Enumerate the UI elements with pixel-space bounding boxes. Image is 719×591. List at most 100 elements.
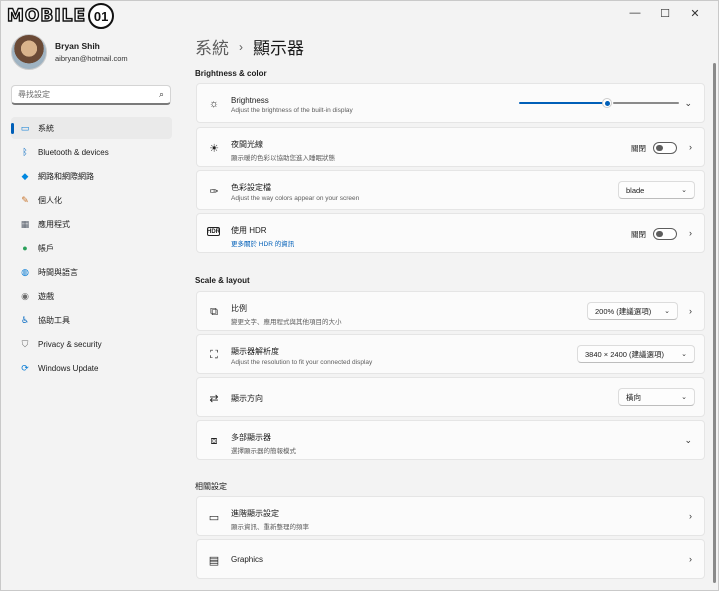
search-icon[interactable]: ⌕ [159,89,164,100]
orientation-title: 顯示方向 [231,394,263,403]
graphics-card-icon: ▤ [208,554,220,567]
sidebar-item-label: 應用程式 [38,219,70,229]
section-related-settings: 相關設定 [195,482,227,491]
sun-icon: ☼ [208,98,220,110]
scale-icon: ⧉ [210,305,218,318]
advanced-display-title: 進階顯示設定 [231,509,279,518]
night-light-title: 夜間光線 [231,140,263,149]
sidebar-item-label: 遊戲 [38,291,54,301]
logo-text: MOBILE [6,5,87,26]
sidebar-item[interactable]: ● 帳戶 [11,237,172,259]
sidebar-item[interactable]: ⛉ Privacy & security [11,333,172,355]
sidebar-item[interactable]: ᛒ Bluetooth & devices [11,141,172,163]
close-button[interactable]: ✕ [680,3,710,23]
window-controls: — ☐ ✕ [620,3,710,23]
multi-display-icon: ⧈ [210,434,218,447]
minimize-button[interactable]: — [620,3,650,23]
user-name: Bryan Shih [55,41,100,51]
maximize-button[interactable]: ☐ [650,3,680,23]
user-profile[interactable]: Bryan Shih aibryan@hotmail.com [11,34,128,70]
hdr-toggle[interactable] [653,228,677,240]
brightness-card[interactable]: ☼ Brightness Adjust the brightness of th… [196,83,705,123]
section-brightness-color: Brightness & color [195,69,267,78]
scale-value: 200% (建議選項) [595,306,652,316]
sidebar-item[interactable]: ♿ 協助工具 [11,309,172,331]
eyedropper-icon: ✑ [209,185,219,198]
scale-card[interactable]: ⧉ 比例 變更文字、應用程式與其他項目的大小 200% (建議選項) ⌄ › [196,291,705,331]
scale-title: 比例 [231,304,247,313]
scale-subtitle: 變更文字、應用程式與其他項目的大小 [231,319,342,326]
brightness-slider[interactable] [519,98,679,108]
orientation-dropdown[interactable]: 橫向 ⌄ [618,388,695,406]
orientation-icon: ⇄ [209,392,219,405]
scale-dropdown[interactable]: 200% (建議選項) ⌄ [587,302,678,320]
advanced-display-subtitle: 顯示資訊、重新整理的頻率 [231,524,309,531]
chevron-right-icon[interactable]: › [689,511,692,521]
sidebar-item[interactable]: ▭ 系統 [11,117,172,139]
sidebar-item-label: Bluetooth & devices [38,147,109,157]
sidebar-item[interactable]: ◍ 時間與語言 [11,261,172,283]
hdr-card[interactable]: HDR 使用 HDR 更多關於 HDR 的資訊 關閉 › [196,213,705,253]
breadcrumb: 系統 › 顯示器 [195,34,304,59]
chevron-right-icon[interactable]: › [689,142,692,152]
sidebar-item[interactable]: ◉ 遊戲 [11,285,172,307]
sidebar-item-label: 帳戶 [38,243,54,253]
search-input[interactable] [18,90,159,99]
account-icon: ● [22,243,28,253]
slider-thumb[interactable] [602,98,612,108]
app-logo: MOBILE 01 [6,3,115,29]
chevron-down-icon[interactable]: ⌄ [684,435,692,446]
sidebar-item-label: 系統 [38,123,54,133]
night-light-state: 關閉 [631,144,646,153]
chevron-right-icon[interactable]: › [689,228,692,238]
sidebar-item-label: 時間與語言 [38,267,78,277]
chevron-right-icon[interactable]: › [689,306,692,316]
chevron-right-icon: › [239,39,243,54]
advanced-display-card[interactable]: ▭ 進階顯示設定 顯示資訊、重新整理的頻率 › [196,496,705,536]
chevron-right-icon[interactable]: › [689,554,692,564]
graphics-card[interactable]: ▤ Graphics › [196,539,705,579]
night-light-subtitle: 顯示暖的色彩以協助您進入睡眠狀態 [231,155,335,162]
logo-badge: 01 [88,3,115,29]
resolution-value: 3840 × 2400 (建議選項) [585,349,664,359]
slider-track [613,102,679,104]
accessibility-icon: ♿ [20,314,30,325]
breadcrumb-parent[interactable]: 系統 [195,34,229,59]
brightness-subtitle: Adjust the brightness of the built-in di… [231,107,353,114]
orientation-value: 橫向 [626,392,641,402]
update-icon: ⟳ [21,362,29,373]
resolution-icon: ⛶ [210,348,218,361]
scrollbar[interactable] [713,63,716,583]
globe-icon: ◍ [21,266,29,277]
color-profile-card[interactable]: ✑ 色彩設定檔 Adjust the way colors appear on … [196,170,705,210]
chevron-down-icon: ⌄ [681,187,687,194]
search-box[interactable]: ⌕ [11,85,171,105]
sidebar-item-label: Privacy & security [38,339,102,349]
sidebar-item[interactable]: ▦ 應用程式 [11,213,172,235]
multiple-displays-card[interactable]: ⧈ 多部顯示器 選擇顯示器的簡報模式 ⌄ [196,420,705,460]
orientation-card[interactable]: ⇄ 顯示方向 橫向 ⌄ [196,377,705,417]
color-profile-title: 色彩設定檔 [231,183,271,192]
color-profile-value: blade [626,185,645,195]
hdr-icon: HDR [207,227,220,236]
color-profile-dropdown[interactable]: blade ⌄ [618,181,695,199]
chevron-down-icon: ⌄ [681,351,687,358]
resolution-card[interactable]: ⛶ 顯示器解析度 Adjust the resolution to fit yo… [196,334,705,374]
hdr-title: 使用 HDR [231,226,267,235]
system-icon: ▭ [20,122,30,133]
resolution-title: 顯示器解析度 [231,347,279,356]
brightness-title: Brightness [231,96,269,105]
section-scale-layout: Scale & layout [195,276,250,285]
sidebar-item[interactable]: ✎ 個人化 [11,189,172,211]
color-profile-subtitle: Adjust the way colors appear on your scr… [231,195,360,202]
multi-display-subtitle: 選擇顯示器的簡報模式 [231,448,296,455]
night-light-card[interactable]: ☀ 夜間光線 顯示暖的色彩以協助您進入睡眠狀態 關閉 › [196,127,705,167]
chevron-down-icon[interactable]: ⌄ [684,98,692,109]
sidebar-item[interactable]: ⟳ Windows Update [11,357,172,379]
night-light-toggle[interactable] [653,142,677,154]
user-email: aibryan@hotmail.com [55,54,128,63]
resolution-dropdown[interactable]: 3840 × 2400 (建議選項) ⌄ [577,345,695,363]
sidebar-item[interactable]: ◆ 網路和網際網路 [11,165,172,187]
chevron-down-icon: ⌄ [681,394,687,401]
hdr-info-link[interactable]: 更多關於 HDR 的資訊 [231,238,294,248]
